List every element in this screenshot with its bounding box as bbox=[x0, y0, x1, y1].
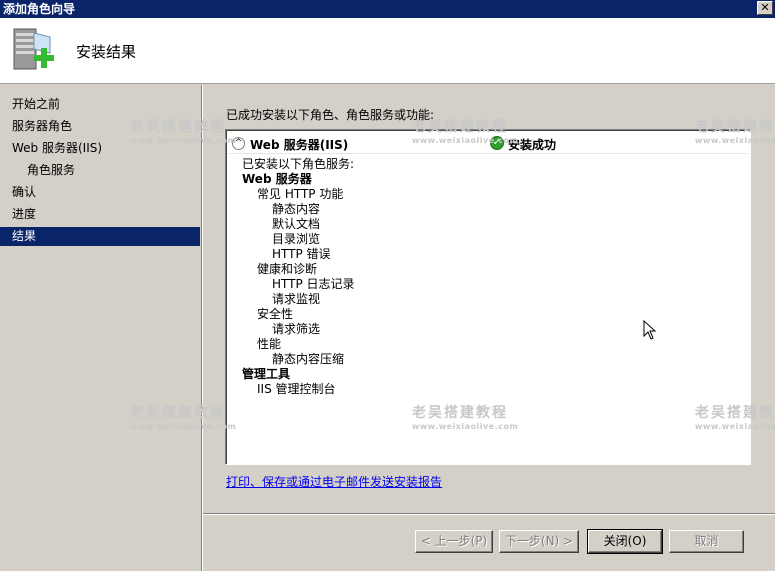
sidebar-item-server-roles[interactable]: 服务器角色 bbox=[0, 117, 200, 136]
tree-item-management-tools: 管理工具 bbox=[242, 367, 291, 381]
installed-services-tree: 已安装以下角色服务: Web 服务器 常见 HTTP 功能 静态内容 默认文档 … bbox=[242, 157, 355, 397]
tree-item-static-compression: 静态内容压缩 bbox=[272, 352, 345, 366]
sidebar-item-results[interactable]: 结果 bbox=[0, 227, 200, 246]
page-title: 安装结果 bbox=[76, 43, 137, 61]
tree-item-default-document: 默认文档 bbox=[272, 217, 321, 231]
print-save-email-report-link[interactable]: 打印、保存或通过电子邮件发送安装报告 bbox=[226, 473, 442, 490]
cancel-button[interactable]: 取消 bbox=[669, 530, 744, 553]
results-details-box[interactable]: ^ Web 服务器(IIS) ✓ 安装成功 已安装以下角色服务: Web 服务器… bbox=[225, 129, 751, 465]
window-titlebar: 添加角色向导 ✕ bbox=[0, 0, 775, 18]
result-row-header: ^ Web 服务器(IIS) ✓ 安装成功 bbox=[228, 132, 748, 154]
tree-item-security: 安全性 bbox=[257, 307, 294, 321]
tree-item-web-server: Web 服务器 bbox=[242, 172, 312, 186]
collapse-icon[interactable]: ^ bbox=[232, 137, 245, 150]
sidebar-item-before-you-begin[interactable]: 开始之前 bbox=[0, 95, 200, 114]
window-title: 添加角色向导 bbox=[3, 2, 76, 16]
tree-item-http-logging: HTTP 日志记录 bbox=[272, 277, 355, 291]
wizard-header: 安装结果 bbox=[0, 18, 775, 84]
sidebar-item-web-server[interactable]: Web 服务器(IIS) bbox=[0, 139, 200, 158]
tree-item-request-filtering: 请求筛选 bbox=[272, 322, 321, 336]
sidebar-item-confirmation[interactable]: 确认 bbox=[0, 183, 200, 202]
server-add-icon bbox=[13, 28, 54, 70]
check-circle-icon: ✓ bbox=[490, 136, 504, 150]
tree-item-performance: 性能 bbox=[257, 337, 282, 351]
button-divider bbox=[203, 513, 775, 515]
result-status: 安装成功 bbox=[508, 138, 557, 152]
tree-item-health-diagnostics: 健康和诊断 bbox=[257, 262, 318, 276]
result-role-name: Web 服务器(IIS) bbox=[250, 138, 349, 152]
close-button[interactable]: 关闭(O) bbox=[587, 529, 663, 554]
tree-item-iis-console: IIS 管理控制台 bbox=[257, 382, 336, 396]
tree-item-request-monitor: 请求监视 bbox=[272, 292, 321, 306]
sidebar-item-progress[interactable]: 进度 bbox=[0, 205, 200, 224]
wizard-steps-sidebar: 开始之前 服务器角色 Web 服务器(IIS) 角色服务 确认 进度 结果 bbox=[0, 85, 200, 571]
mouse-cursor-icon bbox=[643, 320, 657, 340]
results-panel: 已成功安装以下角色、角色服务或功能: ^ Web 服务器(IIS) ✓ 安装成功… bbox=[203, 85, 775, 571]
tree-item-directory-browsing: 目录浏览 bbox=[272, 232, 321, 246]
next-button[interactable]: 下一步(N) > bbox=[499, 530, 579, 553]
tree-item-static-content: 静态内容 bbox=[272, 202, 321, 216]
previous-button[interactable]: < 上一步(P) bbox=[415, 530, 493, 553]
close-window-icon[interactable]: ✕ bbox=[757, 1, 773, 15]
details-heading: 已安装以下角色服务: bbox=[242, 157, 355, 171]
results-intro: 已成功安装以下角色、角色服务或功能: bbox=[226, 108, 435, 122]
tree-item-http-errors: HTTP 错误 bbox=[272, 247, 331, 261]
sidebar-item-role-services[interactable]: 角色服务 bbox=[0, 161, 200, 180]
tree-item-common-http: 常见 HTTP 功能 bbox=[257, 187, 344, 201]
